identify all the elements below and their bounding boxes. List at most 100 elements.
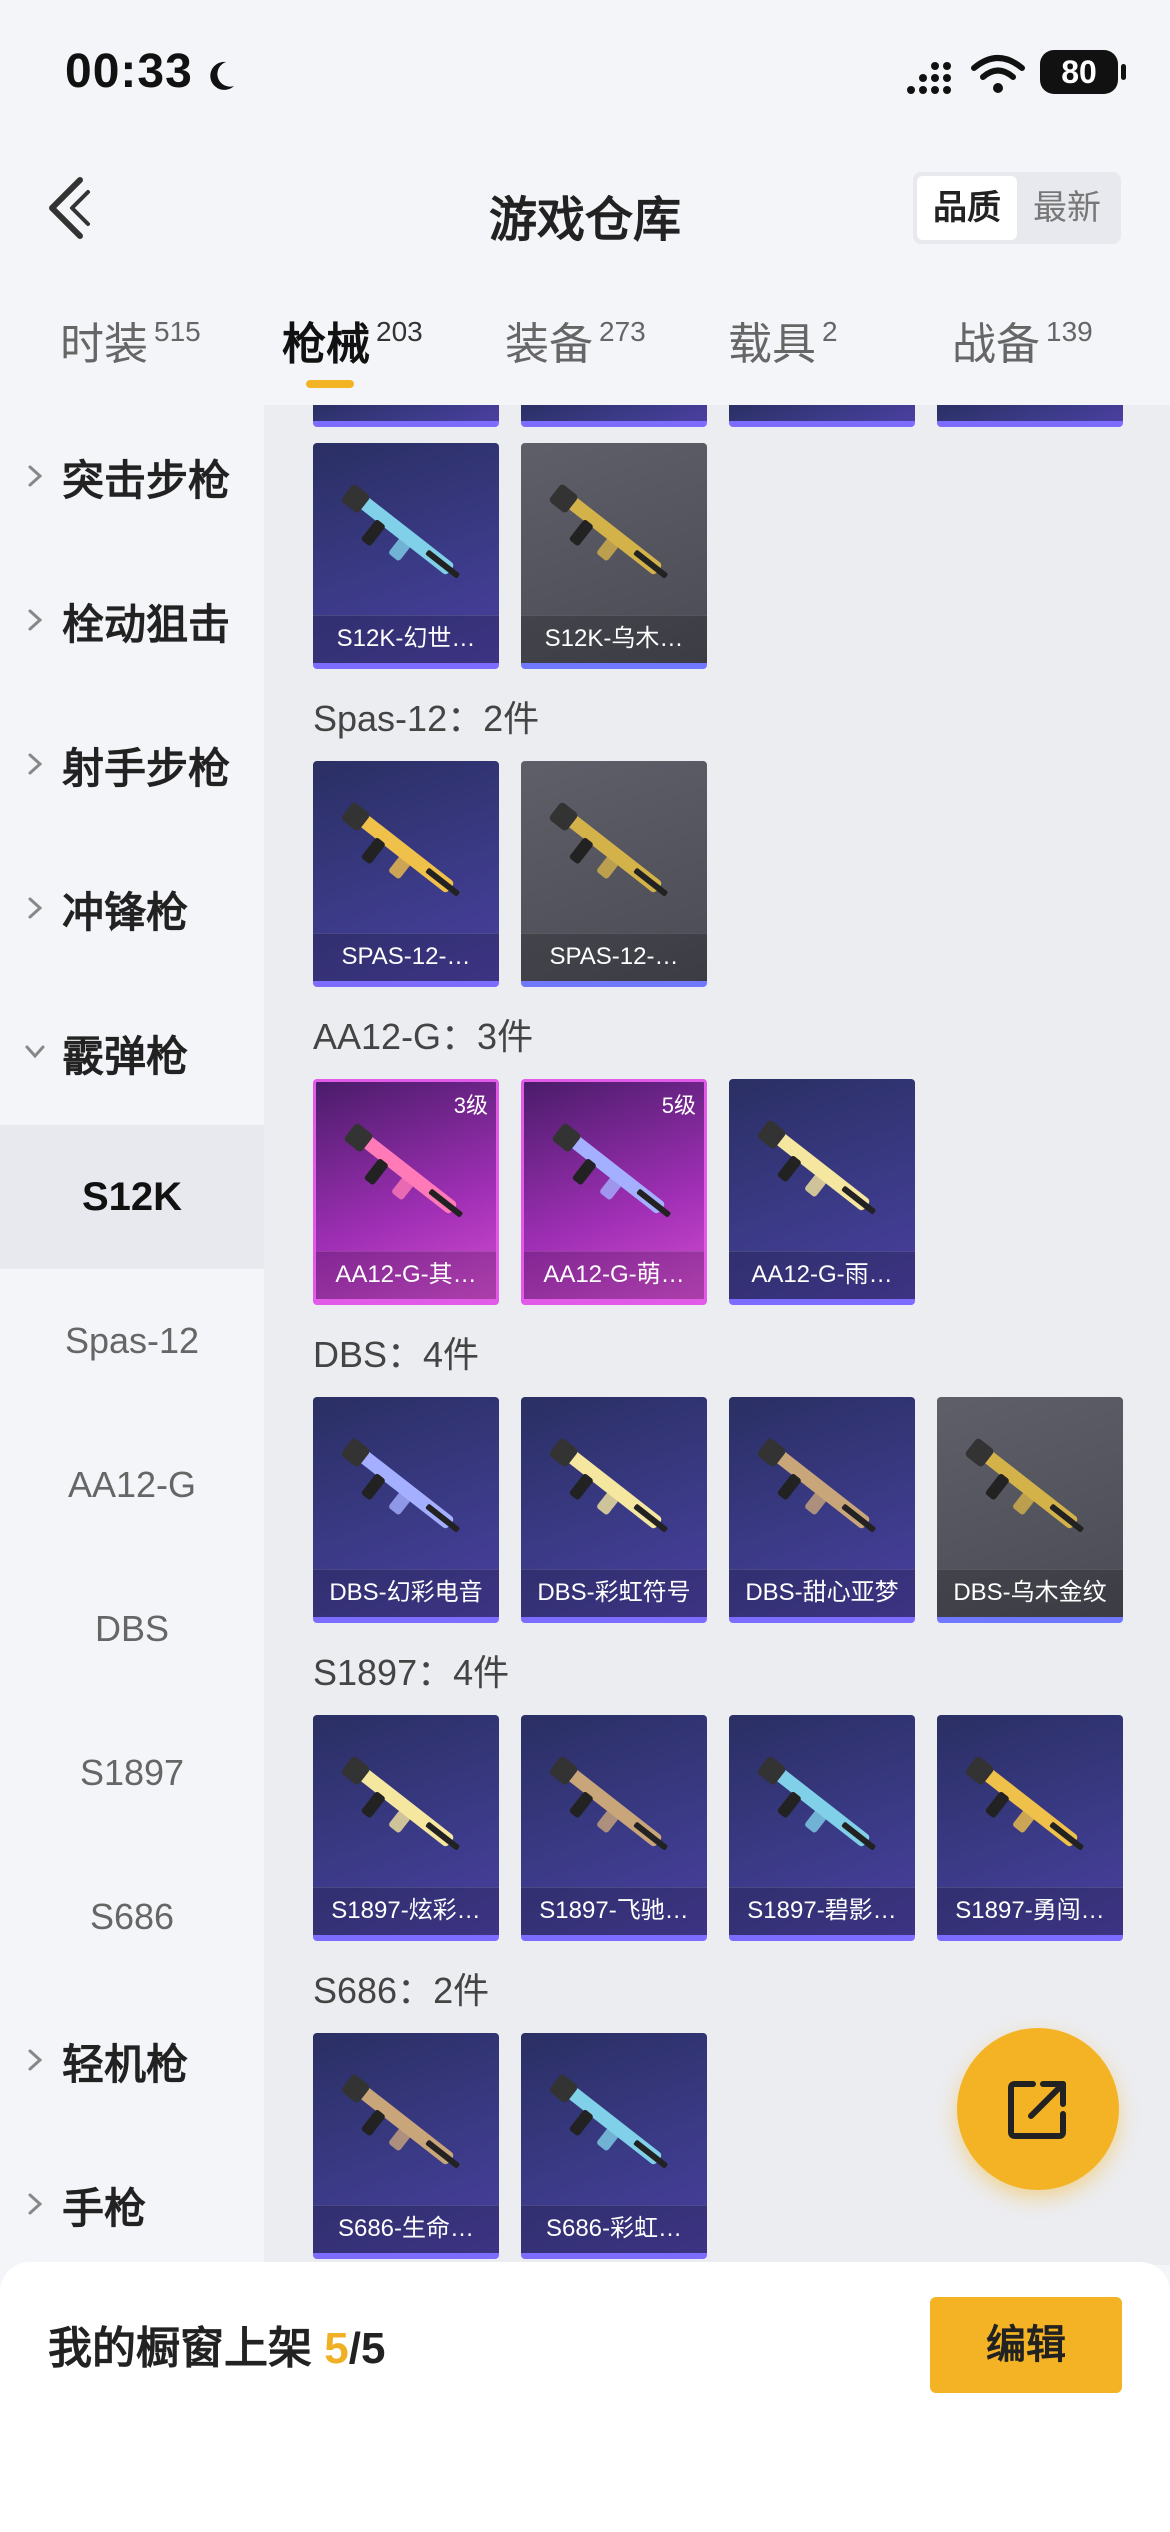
skin-card[interactable]: AA12-G-雨… [729, 1079, 915, 1305]
showcase-total-count: /5 [348, 2324, 386, 2373]
gun-icon [549, 1438, 668, 1532]
chevron-right-icon [28, 2049, 43, 2071]
edit-button[interactable]: 编辑 [930, 2297, 1122, 2393]
tab-label: 载具 [728, 320, 816, 369]
skin-name: S1897-勇闯… [937, 1887, 1123, 1935]
skin-card[interactable]: S1897-碧影… [729, 1715, 915, 1941]
gun-icon [757, 1756, 876, 1850]
skin-card[interactable]: DBS-彩虹符号 [521, 1397, 707, 1623]
gun-icon [552, 1123, 671, 1217]
active-tab-indicator [306, 380, 354, 388]
skin-card[interactable]: 3级 AA12-G-其… [313, 1079, 499, 1305]
chevron-right-icon [28, 609, 43, 631]
gun-icon [965, 1438, 1084, 1532]
gun-icon [549, 802, 668, 896]
weapon-skin-grid[interactable]: S12K-幻世… S12K-乌木… Spas-12：2件 SPAS-12-… SPAS-… [264, 405, 1170, 2265]
gun-icon [341, 802, 460, 896]
tab-label: 装备 [505, 320, 593, 369]
skin-card[interactable]: S1897-炫彩… [313, 1715, 499, 1941]
sidebar-item-assault-rifle[interactable]: 突击步枪 [0, 405, 264, 549]
showcase-bar: 我的橱窗上架 5/5 编辑 [0, 2262, 1170, 2532]
category-tabs: 时装 515 枪械 203 装备 273 载具 2 战备 139 [0, 300, 1170, 400]
skin-name: S686-彩虹… [521, 2205, 707, 2253]
sidebar-subitem-s686[interactable]: S686 [0, 1845, 264, 1989]
sidebar-subitem-s1897[interactable]: S1897 [0, 1701, 264, 1845]
sidebar-item-label: 射手步枪 [62, 745, 231, 792]
gun-icon [341, 484, 460, 578]
skin-card-partial[interactable] [729, 405, 915, 427]
gun-icon [341, 1756, 460, 1850]
chevron-right-icon [28, 897, 43, 919]
skin-card[interactable]: S1897-飞驰… [521, 1715, 707, 1941]
skin-level-badge: 3级 [453, 1093, 488, 1118]
sidebar-item-pistol[interactable]: 手枪 [0, 2133, 264, 2277]
weapon-group-title: DBS：4件 [313, 1334, 480, 1375]
sidebar-subitem-spas12[interactable]: Spas-12 [0, 1269, 264, 1413]
signal-icon [907, 62, 951, 94]
sidebar-item-label: 冲锋枪 [62, 889, 189, 936]
gun-icon [757, 1438, 876, 1532]
gun-icon [549, 1756, 668, 1850]
weapon-group-title: S686：2件 [313, 1970, 490, 2011]
status-bar: 00:33 80 [0, 0, 1170, 150]
skin-card[interactable]: SPAS-12-… [313, 761, 499, 987]
skin-name: S12K-幻世… [313, 615, 499, 663]
showcase-current-count: 5 [324, 2324, 349, 2373]
gun-icon [549, 484, 668, 578]
skin-card[interactable]: DBS-幻彩电音 [313, 1397, 499, 1623]
skin-name: DBS-彩虹符号 [521, 1569, 707, 1617]
skin-card-partial[interactable] [521, 405, 707, 427]
skin-card[interactable]: DBS-乌木金纹 [937, 1397, 1123, 1623]
weapon-category-sidebar: 突击步枪 栓动狙击 射手步枪 冲锋枪 霰弹枪 S12K Spas-12 AA12… [0, 405, 264, 2265]
skin-card[interactable]: S686-彩虹… [521, 2033, 707, 2259]
skin-name: DBS-幻彩电音 [313, 1569, 499, 1617]
skin-name: S1897-炫彩… [313, 1887, 499, 1935]
sidebar-item-smg[interactable]: 冲锋枪 [0, 837, 264, 981]
skin-name: SPAS-12-… [313, 933, 499, 981]
skin-name: S12K-乌木… [521, 615, 707, 663]
tab-count: 203 [376, 316, 423, 347]
skin-name: S1897-飞驰… [521, 1887, 707, 1935]
skin-card[interactable]: S12K-幻世… [313, 443, 499, 669]
tab-equipment[interactable]: 装备 273 [505, 308, 646, 372]
share-icon [1008, 2081, 1066, 2139]
sidebar-item-label: 轻机枪 [62, 2041, 189, 2088]
sidebar-subitem-s12k[interactable]: S12K [0, 1125, 264, 1269]
skin-name: DBS-甜心亚梦 [729, 1569, 915, 1617]
skin-card[interactable]: SPAS-12-… [521, 761, 707, 987]
skin-card-partial[interactable] [937, 405, 1123, 427]
tab-label: 时装 [60, 320, 148, 369]
sort-toggle[interactable]: 品质 最新 [913, 172, 1121, 244]
skin-card[interactable]: S1897-勇闯… [937, 1715, 1123, 1941]
share-button[interactable] [957, 2028, 1119, 2190]
skin-card[interactable]: 5级 AA12-G-萌… [521, 1079, 707, 1305]
sidebar-item-label: 手枪 [62, 2185, 147, 2232]
tab-firearms[interactable]: 枪械 203 [282, 308, 423, 372]
sidebar-subitem-aa12g[interactable]: AA12-G [0, 1413, 264, 1557]
sidebar-item-label: 霰弹枪 [62, 1033, 189, 1080]
gun-icon [341, 1438, 460, 1532]
skin-card-partial[interactable] [313, 405, 499, 427]
sidebar-item-lmg[interactable]: 轻机枪 [0, 1989, 264, 2133]
skin-name: AA12-G-其… [316, 1251, 496, 1299]
weapon-group-title: AA12-G：3件 [313, 1016, 534, 1057]
skin-card[interactable]: S686-生命… [313, 2033, 499, 2259]
sidebar-item-shotgun[interactable]: 霰弹枪 [0, 981, 264, 1125]
sidebar-item-bolt-sniper[interactable]: 栓动狙击 [0, 549, 264, 693]
chevron-right-icon [28, 753, 43, 775]
gun-icon [965, 1756, 1084, 1850]
skin-card[interactable]: S12K-乌木… [521, 443, 707, 669]
tab-label: 战备 [952, 320, 1040, 369]
tab-fashion[interactable]: 时装 515 [60, 308, 201, 372]
sidebar-subitem-dbs[interactable]: DBS [0, 1557, 264, 1701]
sidebar-item-marksman-rifle[interactable]: 射手步枪 [0, 693, 264, 837]
skin-name: DBS-乌木金纹 [937, 1569, 1123, 1617]
tab-battle-gear[interactable]: 战备 139 [952, 308, 1093, 372]
skin-name: S1897-碧影… [729, 1887, 915, 1935]
sort-quality-option[interactable]: 品质 [917, 176, 1017, 240]
skin-name: S686-生命… [313, 2205, 499, 2253]
tab-vehicles[interactable]: 载具 2 [728, 308, 838, 372]
sort-newest-option[interactable]: 最新 [1017, 176, 1117, 240]
skin-card[interactable]: DBS-甜心亚梦 [729, 1397, 915, 1623]
tab-count: 139 [1046, 316, 1093, 347]
